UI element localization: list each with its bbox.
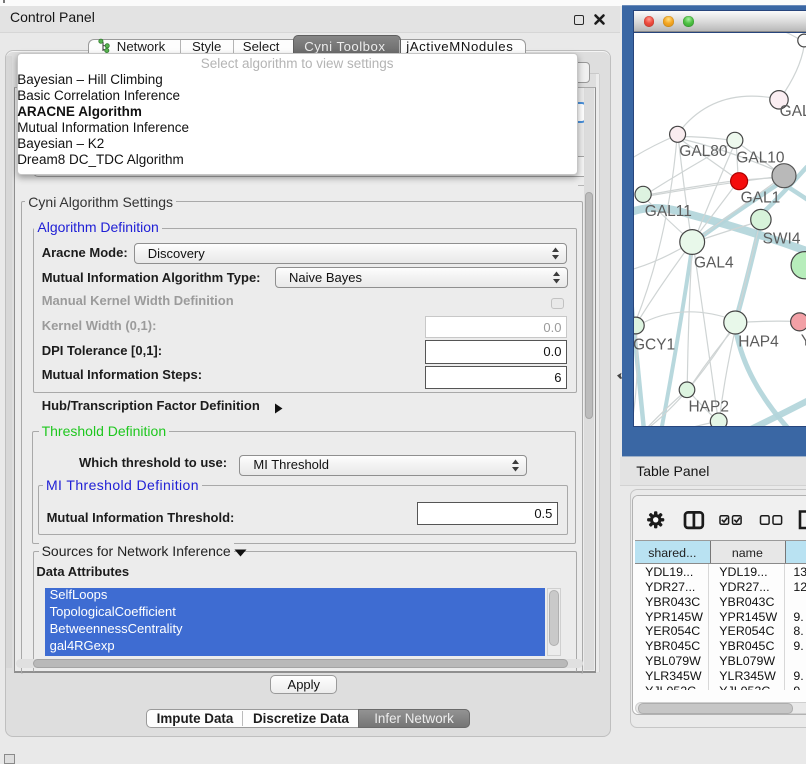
svg-text:Y: Y	[801, 332, 806, 349]
svg-text:GAL4: GAL4	[694, 254, 734, 271]
svg-text:HAP2: HAP2	[688, 398, 728, 415]
svg-text:GCY1: GCY1	[634, 336, 675, 353]
svg-text:GAL80: GAL80	[679, 143, 727, 160]
svg-text:GAL7: GAL7	[779, 103, 805, 120]
svg-text:GAL11: GAL11	[645, 202, 692, 219]
svg-text:HAP4: HAP4	[738, 333, 779, 350]
svg-text:GAL1: GAL1	[740, 189, 780, 206]
svg-text:GAL10: GAL10	[736, 149, 784, 166]
svg-text:SWI4: SWI4	[762, 230, 800, 247]
